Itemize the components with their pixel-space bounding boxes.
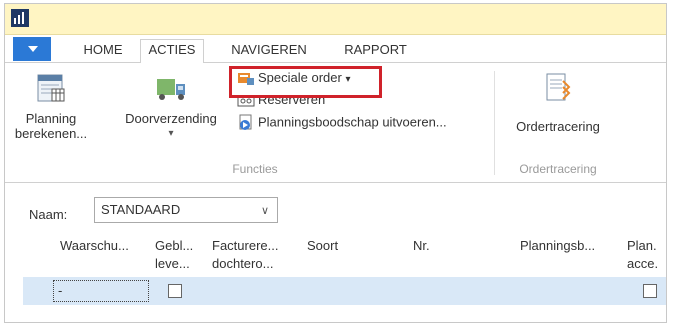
column-header-planningsbericht[interactable]: Planningsb... (520, 237, 595, 255)
ribbon-tab-bar: HOME ACTIES NAVIGEREN RAPPORT (5, 36, 666, 64)
column-header-geblokkeerd[interactable]: Gebl... leve... (155, 237, 193, 273)
column-header-text: Plan. (627, 238, 657, 253)
naam-label: Naam: (29, 207, 68, 222)
truck-icon (157, 79, 185, 100)
column-header-text: Waarschu... (60, 238, 129, 253)
naam-select-value: STANDAARD (101, 202, 181, 217)
column-header-text: Gebl... (155, 238, 194, 253)
tab-home[interactable]: HOME (73, 40, 133, 62)
app-logo-icon (11, 9, 29, 27)
grid-header: Waarschu... Gebl... leve... Facturere...… (5, 233, 666, 275)
planningsboodschap-label: Planningsboodschap uitvoeren... (258, 114, 447, 130)
column-header-text: dochtero... (212, 256, 274, 271)
group-label-functies: Functies (232, 162, 278, 176)
cell-value: - (58, 283, 63, 298)
geblokkeerd-checkbox[interactable] (168, 284, 182, 298)
column-header-text: Planningsb... (520, 238, 596, 253)
column-header-plan-accepteren[interactable]: Plan. acce. (627, 237, 658, 273)
chevron-down-icon: ∨ (260, 205, 269, 217)
app-window: HOME ACTIES NAVIGEREN RAPPORT Planning b… (4, 3, 667, 323)
ordertracering-label: Ordertracering (516, 119, 600, 134)
tab-navigeren[interactable]: NAVIGEREN (223, 40, 315, 62)
group-separator (494, 71, 495, 175)
column-header-text: Facturere... (212, 238, 279, 253)
doorverzending-button[interactable]: Doorverzending ▾ (117, 71, 225, 141)
column-header-nr[interactable]: Nr. (413, 237, 430, 255)
dropdown-arrow-icon: ▾ (168, 128, 174, 139)
waarschuwing-cell[interactable]: - (53, 280, 149, 302)
plan-accepteren-checkbox[interactable] (643, 284, 657, 298)
title-bar (5, 4, 666, 35)
application-menu-button[interactable] (13, 37, 51, 61)
planning-label-line1: Planning (25, 111, 77, 126)
doorverzending-label: Doorverzending (125, 111, 217, 126)
column-header-text: leve... (155, 256, 190, 271)
planning-berekenen-button[interactable]: Planning berekenen... (11, 71, 91, 141)
tab-rapport[interactable]: RAPPORT (338, 40, 413, 62)
chevron-down-icon (28, 46, 38, 52)
tab-acties[interactable]: ACTIES (140, 39, 204, 64)
column-header-text: acce. (627, 256, 659, 271)
worksheet-icon (37, 74, 65, 102)
order-tracking-icon (546, 73, 571, 101)
column-header-waarschuwing[interactable]: Waarschu... (60, 237, 129, 255)
ribbon-divider (5, 182, 666, 183)
naam-select[interactable]: STANDAARD ∨ (94, 197, 278, 223)
column-header-text: Nr. (413, 238, 430, 253)
group-label-ordertracering: Ordertracering (519, 162, 597, 176)
planningsboodschap-button[interactable]: Planningsboodschap uitvoeren... (237, 114, 447, 132)
column-header-factureren[interactable]: Facturere... dochtero... (212, 237, 278, 273)
column-header-text: Soort (307, 238, 339, 253)
highlight-box (229, 66, 382, 98)
column-header-soort[interactable]: Soort (307, 237, 338, 255)
planning-label-line2: berekenen... (14, 126, 88, 141)
execute-message-icon (239, 114, 252, 130)
ordertracering-button[interactable]: Ordertracering (503, 71, 613, 134)
